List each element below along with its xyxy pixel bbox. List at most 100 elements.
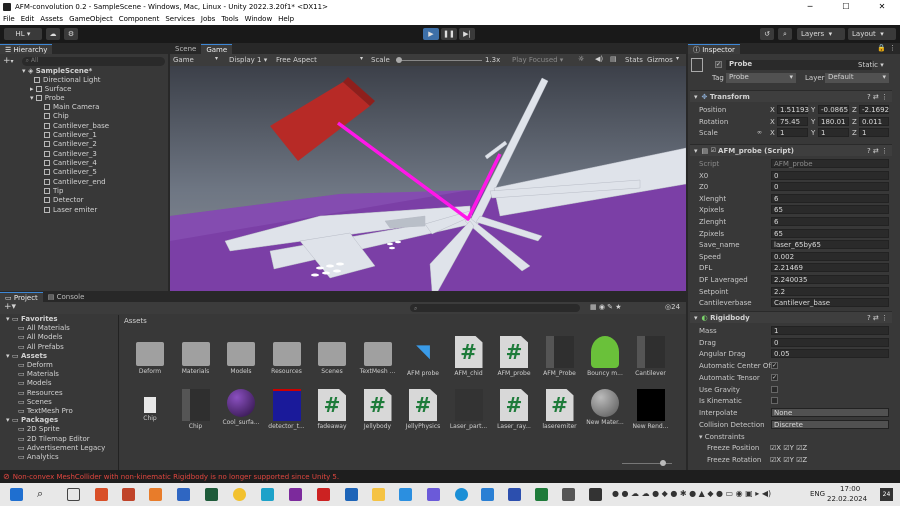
- asset-item[interactable]: # AFM_probe: [494, 336, 534, 377]
- app-icon[interactable]: [289, 488, 302, 501]
- menu-window[interactable]: Window: [245, 15, 273, 23]
- stats-button[interactable]: Stats: [625, 56, 643, 64]
- afm-field-value[interactable]: 65: [771, 228, 889, 238]
- filter-icon[interactable]: ▦ ◉ ✎ ★: [590, 303, 622, 311]
- project-tree-section[interactable]: ▾ ▭ Assets: [6, 352, 47, 360]
- asset-item[interactable]: TextMesh ...: [358, 336, 398, 375]
- outlook-icon[interactable]: [345, 488, 358, 501]
- scale-y-field[interactable]: 1: [818, 128, 849, 137]
- scene-root[interactable]: ▾ ◈ SampleScene*: [22, 67, 92, 75]
- add-icon[interactable]: +: [3, 56, 11, 66]
- gizmos-button[interactable]: Gizmos: [647, 56, 673, 64]
- scale-x-field[interactable]: 1: [777, 128, 808, 137]
- project-tree-item[interactable]: ▭ 2D Sprite: [18, 425, 60, 433]
- tab-hierarchy[interactable]: ☰ Hierarchy: [0, 44, 53, 54]
- hierarchy-item[interactable]: Cantilever_5: [44, 168, 97, 176]
- asset-item[interactable]: Chip: [176, 389, 216, 430]
- scale-slider[interactable]: [396, 57, 482, 63]
- static-toggle[interactable]: Static ▾: [858, 61, 884, 69]
- app-icon[interactable]: [149, 488, 162, 501]
- position-x-field[interactable]: 1.51193: [777, 105, 809, 114]
- clock-date[interactable]: 22.02.2024: [827, 495, 867, 503]
- afm-field-value[interactable]: 65: [771, 205, 889, 215]
- clock-time[interactable]: 17:00: [840, 485, 860, 493]
- step-button[interactable]: ▶|: [459, 28, 475, 40]
- hierarchy-item[interactable]: Tip: [44, 187, 63, 195]
- asset-item[interactable]: # Jellybody: [358, 389, 398, 430]
- menu-tools[interactable]: Tools: [221, 15, 238, 23]
- asset-item[interactable]: Cool_surfa...: [221, 389, 261, 426]
- tab-scene[interactable]: Scene: [170, 44, 201, 54]
- word-icon[interactable]: [177, 488, 190, 501]
- add-icon[interactable]: +▾: [4, 302, 16, 312]
- minimize-button[interactable]: ─: [792, 0, 828, 13]
- menu-file[interactable]: File: [3, 15, 15, 23]
- freeze-rotation-toggles[interactable]: ☑X ☑Y ☑Z: [770, 456, 807, 464]
- project-tree-item[interactable]: ▭ Advertisement Legacy: [18, 444, 105, 452]
- asset-item[interactable]: Materials: [176, 336, 216, 375]
- layers-dropdown[interactable]: Layers ▾: [797, 28, 845, 40]
- menu-assets[interactable]: Assets: [40, 15, 63, 23]
- rigidbody-field-value[interactable]: 0.05: [771, 349, 889, 359]
- scale-slider-handle[interactable]: [396, 57, 402, 63]
- asset-item[interactable]: New Mater...: [585, 389, 625, 426]
- search-icon[interactable]: ⌕: [778, 28, 792, 40]
- notification-badge[interactable]: 24: [880, 488, 893, 501]
- hierarchy-item[interactable]: Directional Light: [34, 76, 101, 84]
- project-tree-item[interactable]: ▭ Resources: [18, 389, 63, 397]
- tab-console[interactable]: ▤ Console: [43, 292, 90, 302]
- more-icon[interactable]: ⋮: [889, 44, 896, 52]
- hierarchy-item[interactable]: Main Camera: [44, 103, 99, 111]
- display-dropdown[interactable]: Display 1 ▾: [229, 56, 267, 64]
- hierarchy-item[interactable]: Cantilever_2: [44, 140, 97, 148]
- play-button[interactable]: ▶: [423, 28, 439, 40]
- afm-field-value[interactable]: 0.002: [771, 251, 889, 261]
- hierarchy-item[interactable]: ▸ Surface: [30, 85, 71, 93]
- object-name-field[interactable]: Probe: [726, 60, 872, 70]
- maximize-button[interactable]: ☐: [828, 0, 864, 13]
- hierarchy-search-input[interactable]: ⌕ All: [21, 56, 165, 66]
- unity-icon[interactable]: [589, 488, 602, 501]
- asset-item[interactable]: Laser_part...: [449, 389, 489, 430]
- hierarchy-item[interactable]: Cantilever_base: [44, 122, 109, 130]
- menu-gameobject[interactable]: GameObject: [69, 15, 113, 23]
- play-focused-dropdown[interactable]: Play Focused ▾: [512, 56, 563, 64]
- app-icon[interactable]: [427, 488, 440, 501]
- explorer-icon[interactable]: [372, 488, 385, 501]
- hierarchy-item[interactable]: Detector: [44, 196, 84, 204]
- close-button[interactable]: ✕: [864, 0, 900, 13]
- component-menu-icon[interactable]: ? ⇄ ⋮: [867, 314, 888, 322]
- component-menu-icon[interactable]: ? ⇄ ⋮: [867, 147, 888, 155]
- layer-dropdown[interactable]: Default ▾: [825, 73, 889, 83]
- hierarchy-item[interactable]: Chip: [44, 112, 69, 120]
- layout-dropdown[interactable]: Layout ▾: [848, 28, 896, 40]
- transform-header[interactable]: ▾ ✥ Transform ? ⇄ ⋮: [690, 90, 892, 102]
- zoom-slider-handle[interactable]: [660, 460, 666, 466]
- menu-jobs[interactable]: Jobs: [201, 15, 215, 23]
- app-icon[interactable]: [95, 488, 108, 501]
- afm-field-value[interactable]: 2.21469: [771, 263, 889, 273]
- hierarchy-item[interactable]: Cantilever_1: [44, 131, 97, 139]
- active-checkbox[interactable]: ✓: [715, 61, 722, 68]
- rigidbody-field-value[interactable]: 0: [771, 337, 889, 347]
- app-icon[interactable]: [562, 488, 575, 501]
- zoom-slider[interactable]: [622, 460, 672, 466]
- project-tree-item[interactable]: ▭ All Prefabs: [18, 343, 64, 351]
- bug-icon[interactable]: ☼: [578, 55, 584, 63]
- tag-dropdown[interactable]: Probe ▾: [726, 73, 796, 83]
- cloud-icon[interactable]: ☁: [46, 28, 60, 40]
- rigidbody-field-value[interactable]: None: [771, 407, 889, 417]
- asset-item[interactable]: detector_t...: [267, 389, 307, 430]
- chrome-icon[interactable]: [233, 488, 246, 501]
- hierarchy-item[interactable]: Cantilever_end: [44, 178, 106, 186]
- asset-item[interactable]: # laseremiter: [540, 389, 580, 430]
- stats-icon[interactable]: ▤: [610, 55, 617, 63]
- chevron-down-icon[interactable]: ▾: [11, 58, 14, 65]
- menu-services[interactable]: Services: [165, 15, 195, 23]
- project-tree-item[interactable]: ▭ Models: [18, 379, 52, 387]
- hierarchy-item[interactable]: Laser emiter: [44, 206, 97, 214]
- tray-icons[interactable]: ● ● ☁ ☁ ● ◆ ● ✱ ● ▲ ◆ ● ▭ ◉ ▣ ▸ ◀): [612, 489, 771, 498]
- project-tree-item[interactable]: ▭ Deform: [18, 361, 53, 369]
- game-mode-dropdown[interactable]: Game: [173, 56, 194, 64]
- menu-component[interactable]: Component: [119, 15, 160, 23]
